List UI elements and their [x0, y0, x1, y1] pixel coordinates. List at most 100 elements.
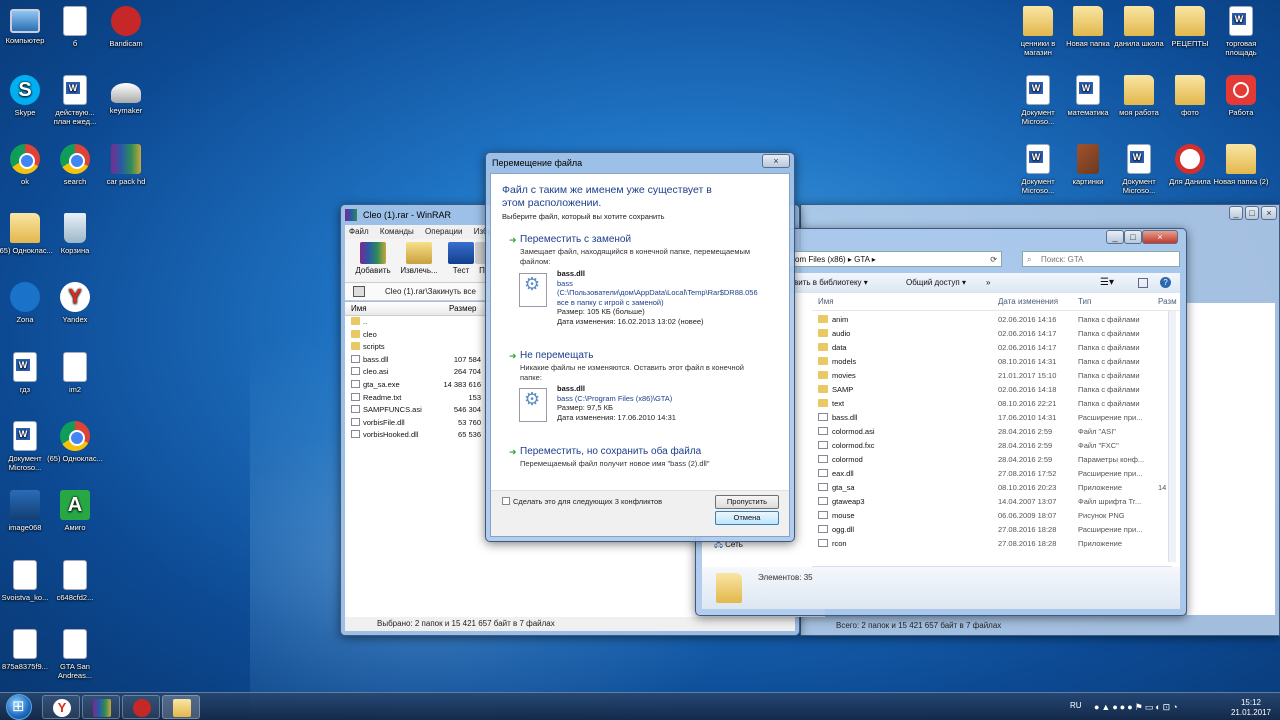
document-icon	[13, 629, 37, 659]
taskbar-explorer[interactable]	[162, 695, 200, 719]
list-item[interactable]: movies 21.01.2017 15:10 Папка с файлами	[812, 369, 1180, 383]
desktop-icon-chrome-odnoklassniki[interactable]: (65) Одноклас...	[46, 421, 104, 463]
column-size[interactable]: Разм	[1158, 293, 1177, 311]
taskbar-yandex[interactable]: Y	[42, 695, 80, 719]
desktop-icon-im2[interactable]: im2	[46, 352, 104, 394]
minimize-button[interactable]: _	[1106, 230, 1124, 244]
clock-time: 15:12	[1240, 698, 1262, 707]
desktop-icon-b[interactable]: б	[46, 6, 104, 48]
add-button[interactable]: Добавить	[351, 242, 395, 275]
clock[interactable]: 15:12 21.01.2017	[1228, 698, 1274, 718]
list-item[interactable]: SAMP 02.06.2016 14:18 Папка с файлами	[812, 383, 1180, 397]
column-type[interactable]: Тип	[1078, 293, 1091, 311]
cancel-button[interactable]: Отмена	[715, 511, 779, 525]
view-options-icon[interactable]: ☰▾	[1100, 273, 1114, 293]
extract-button[interactable]: Извлечь...	[397, 242, 441, 275]
file-icon	[351, 354, 360, 363]
vertical-scrollbar[interactable]	[1168, 311, 1176, 562]
winrar-title: Cleo (1).rar - WinRAR	[363, 210, 452, 220]
up-folder-icon[interactable]	[353, 286, 365, 297]
taskbar-winrar[interactable]	[82, 695, 120, 719]
list-item[interactable]: audio 02.06.2016 14:17 Папка с файлами	[812, 327, 1180, 341]
column-size[interactable]: Размер	[449, 302, 477, 316]
desktop-icon-c648[interactable]: c648cfd2...	[46, 560, 104, 602]
desktop-icon-yandex[interactable]: Y Yandex	[46, 282, 104, 324]
apply-to-all-checkbox[interactable]: Сделать это для следующих 3 конфликтов	[502, 497, 662, 506]
desktop-icon-dlya-danila[interactable]: Для Данила	[1161, 144, 1219, 186]
file-icon	[818, 497, 828, 505]
desktop-icon-kartinki[interactable]: картинки	[1059, 144, 1117, 186]
desktop-icon-carpack[interactable]: car pack hd	[97, 144, 155, 186]
dll-file-icon	[519, 273, 547, 307]
language-indicator[interactable]: RU	[1070, 693, 1082, 720]
start-button[interactable]	[6, 694, 32, 720]
desktop-icon-torgovaya[interactable]: торговая площадь	[1212, 6, 1270, 57]
winrar-archive-icon	[111, 144, 141, 174]
menu-commands[interactable]: Команды	[380, 227, 414, 236]
close-button[interactable]: ×	[1142, 230, 1178, 244]
desktop-icon-gta-san-andreas[interactable]: GTA San Andreas...	[46, 629, 104, 680]
desktop-icon-recepty[interactable]: РЕЦЕПТЫ	[1161, 6, 1219, 48]
list-item[interactable]: gta_sa 08.10.2016 20:23 Приложение 14	[812, 481, 1180, 495]
list-item[interactable]: ogg.dll 27.08.2016 18:28 Расширение при...	[812, 523, 1180, 537]
desktop-icon-danila-shkola[interactable]: данила школа	[1110, 6, 1168, 48]
document-icon	[63, 6, 87, 36]
desktop-icon-bandicam[interactable]: Bandicam	[97, 6, 155, 48]
word-doc-icon	[1026, 75, 1050, 105]
document-icon	[13, 560, 37, 590]
desktop-icon-document-4[interactable]: Документ Microso...	[1110, 144, 1168, 195]
maximize-button[interactable]: □	[1124, 230, 1142, 244]
share-menu[interactable]: Общий доступ ▾	[906, 273, 966, 293]
desktop-icon-plan[interactable]: действую... план ежед...	[46, 75, 104, 126]
search-box[interactable]: ⌕ Поиск: GTA	[1022, 251, 1180, 267]
preview-pane-icon[interactable]	[1138, 278, 1148, 288]
list-item[interactable]: mouse 06.06.2009 18:07 Рисунок PNG	[812, 509, 1180, 523]
list-item[interactable]: eax.dll 27.08.2016 17:52 Расширение при...	[812, 467, 1180, 481]
desktop-icon-moya-rabota[interactable]: моя работа	[1110, 75, 1168, 117]
list-item[interactable]: bass.dll 17.06.2010 14:31 Расширение при..…	[812, 411, 1180, 425]
desktop-icon-matematika[interactable]: математика	[1059, 75, 1117, 117]
desktop-icon-new-folder-2[interactable]: Новая папка (2)	[1212, 144, 1270, 186]
desktop-icon-recycle-bin[interactable]: Корзина	[46, 213, 104, 255]
list-item[interactable]: rcon 27.08.2016 18:28 Приложение	[812, 537, 1180, 551]
folder-icon	[818, 329, 828, 337]
list-item[interactable]: gtaweap3 14.04.2007 13:07 Файл шрифта Tr..…	[812, 495, 1180, 509]
column-date[interactable]: Дата изменения	[998, 293, 1058, 311]
dialog-titlebar[interactable]: Перемещение файла	[486, 153, 794, 173]
desktop-icon-search[interactable]: search	[46, 144, 104, 186]
source-file-info: bass.dll bass (C:\Пользователи\дом\AppDa…	[519, 269, 779, 329]
desktop-icon-new-folder[interactable]: Новая папка	[1059, 6, 1117, 48]
include-library-menu[interactable]: вить в библиотеку ▾	[794, 273, 868, 293]
list-item[interactable]: colormod.fxc 28.04.2016 2:59 Файл "FXC"	[812, 439, 1180, 453]
option-dont-move[interactable]: Не перемещать Никакие файлы не изменяютс…	[509, 350, 781, 382]
list-item[interactable]: colormod.asi 28.04.2016 2:59 Файл "ASI"	[812, 425, 1180, 439]
desktop-icon-foto[interactable]: фото	[1161, 75, 1219, 117]
list-item[interactable]: anim 02.06.2016 14:16 Папка с файлами	[812, 313, 1180, 327]
skip-button[interactable]: Пропустить	[715, 495, 779, 509]
maximize-button[interactable]: □	[1245, 206, 1259, 220]
column-name[interactable]: Имя	[818, 293, 834, 311]
taskbar-bandicam[interactable]	[122, 695, 160, 719]
yandex-icon: Y	[60, 282, 90, 312]
desktop-icon-amigo[interactable]: A Амиго	[46, 490, 104, 532]
help-icon[interactable]: ?	[1160, 277, 1171, 288]
destination-file-info: bass.dll bass (C:\Program Files (x86)\GT…	[519, 384, 779, 429]
tray-icons[interactable]: ●▲●●●⚑▭◐⊡◔	[1094, 702, 1180, 713]
list-item[interactable]: text 08.10.2016 22:21 Папка с файлами	[812, 397, 1180, 411]
menu-file[interactable]: Файл	[349, 227, 369, 236]
option-keep-both[interactable]: Переместить, но сохранить оба файла Пере…	[509, 446, 781, 469]
menu-operations[interactable]: Операции	[425, 227, 462, 236]
close-button[interactable]: ×	[762, 154, 790, 168]
column-name[interactable]: Имя	[351, 302, 367, 316]
desktop-icon-rabota[interactable]: Работа	[1212, 75, 1270, 117]
option-replace[interactable]: Переместить с заменой Замещает файл, нах…	[509, 234, 781, 266]
list-item[interactable]: models 08.10.2016 14:31 Папка с файлами	[812, 355, 1180, 369]
desktop-icon-keymaker[interactable]: keymaker	[97, 75, 155, 115]
close-button[interactable]: ×	[1261, 206, 1277, 220]
refresh-icon[interactable]: ⟳	[990, 252, 997, 267]
list-item[interactable]: colormod 28.04.2016 2:59 Параметры конф...	[812, 453, 1180, 467]
more-commands[interactable]: »	[986, 273, 990, 293]
folder-icon	[818, 343, 828, 351]
list-item[interactable]: data 02.06.2016 14:17 Папка с файлами	[812, 341, 1180, 355]
minimize-button[interactable]: _	[1229, 206, 1243, 220]
